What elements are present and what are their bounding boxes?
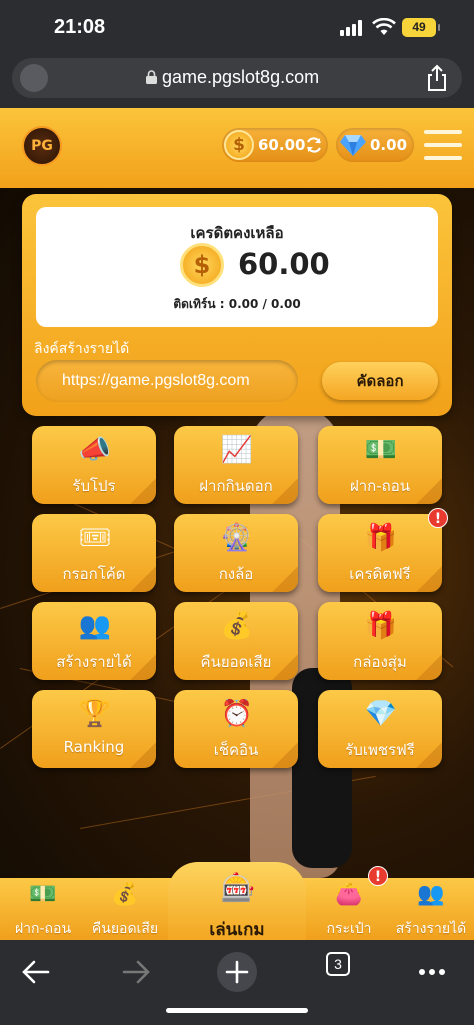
nav-cashback[interactable]: 💰 คืนยอดเสีย [82,878,168,940]
nav-deposit[interactable]: 💵 ฝาก-ถอน [0,878,86,940]
clock-calendar-icon: ⏰ [220,699,254,729]
referral-link-field[interactable]: https://game.pgslot8g.com [36,360,298,402]
alert-badge: ! [428,508,448,528]
menu-tile-label: กงล้อ [218,565,254,583]
megaphone-icon: 📣 [78,435,112,465]
menu-tile[interactable]: 🎁 กล่องสุ่ม [318,602,442,680]
browser-toolbar: 3 [0,940,474,1025]
coin-balance-value: 60.00 [258,136,306,154]
site-logo[interactable]: PG [22,126,62,166]
menu-tile-label: กล่องสุ่ม [353,653,407,671]
credit-amount: 60.00 [238,247,330,281]
cashback-icon: 💰 [111,882,139,907]
menu-tile[interactable]: 📣 รับโปร [32,426,156,504]
hamburger-menu-icon[interactable] [424,130,462,160]
credit-card: เครดิตคงเหลือ $ 60.00 ติดเทิร์น : 0.00 /… [22,194,452,416]
menu-tile-label: กรอกโค้ด [62,565,126,583]
share-icon[interactable] [424,64,450,92]
diamond-icon: 💎 [364,699,398,729]
menu-tile-label: เครดิตฟรี [349,565,411,583]
reader-mode-icon[interactable] [20,64,48,92]
nav-play-games[interactable]: 🎰 เล่นเกม [168,862,306,942]
credit-title: เครดิตคงเหลือ [190,224,284,242]
url-text: game.pgslot8g.com [162,67,320,87]
menu-tile[interactable]: ⏰ เช็คอิน [174,690,298,768]
menu-tile-label: Ranking [63,738,125,756]
back-arrow-icon[interactable] [14,950,58,994]
clock: 21:08 [54,16,106,38]
tabs-button[interactable]: 3 [326,952,350,976]
nav-earn-label: สร้างรายได้ [395,921,467,937]
menu-tile-label: ฝากกินดอก [199,477,273,495]
nav-deposit-label: ฝาก-ถอน [14,921,72,937]
cellular-signal-icon [340,20,366,36]
referral-link-label: ลิงค์สร้างรายได้ [34,341,130,357]
nav-cashback-label: คืนยอดเสีย [91,921,159,937]
coin-balance: $ 60.00 [222,128,328,162]
menu-tile-label: รับโปร [72,477,116,495]
wallet-alert-badge: ! [368,866,388,886]
battery-icon: 49 [402,18,440,37]
turnover-text: ติดเทิร์น : 0.00 / 0.00 [173,297,301,311]
home-indicator [166,1008,308,1013]
coin-icon: $ [224,130,254,160]
nav-earn[interactable]: 👥 สร้างรายได้ [388,878,474,940]
forward-arrow-icon[interactable] [114,950,158,994]
credit-summary: เครดิตคงเหลือ $ 60.00 ติดเทิร์น : 0.00 /… [36,207,438,327]
status-bar: 21:08 49 [0,0,474,56]
menu-tile-label: รับเพชรฟรี [345,741,415,759]
menu-tile-label: เช็คอิน [213,741,259,759]
wallet-icon: 👛 [335,882,363,907]
nav-wallet[interactable]: 👛 กระเป๋า [306,878,392,940]
cashback-icon: 💰 [220,611,254,641]
menu-tile[interactable]: 🎁 เครดิตฟรี! [318,508,448,592]
trophy-icon: 🏆 [78,699,112,729]
menu-tile[interactable]: 💎 รับเพชรฟรี [318,690,442,768]
wifi-icon [372,18,396,35]
nav-wallet-label: กระเป๋า [326,921,372,937]
cash-icon: 💵 [364,435,398,465]
menu-tile[interactable]: 💵 ฝาก-ถอน [318,426,442,504]
coin-icon: $ [180,243,224,287]
copy-button[interactable]: คัดลอก [322,362,438,400]
nav-play-label: เล่นเกม [209,920,265,940]
lock-icon [146,70,157,84]
refresh-icon[interactable] [304,135,324,155]
menu-tile[interactable]: 🎡 กงล้อ [174,514,298,592]
more-options-icon[interactable] [410,950,454,994]
wheel-icon: 🎡 [220,523,254,553]
address-bar: game.pgslot8g.com [0,56,474,108]
people-icon: 👥 [417,882,445,907]
coin-growth-icon: 📈 [220,435,254,465]
people-icon: 👥 [78,611,112,641]
menu-tile[interactable]: 📈 ฝากกินดอก [174,426,298,504]
game-header: PG $ 60.00 0.00 [0,108,474,188]
gem-balance: 0.00 [336,128,414,162]
menu-tile-label: สร้างรายได้ [56,653,132,671]
menu-tile[interactable]: 👥 สร้างรายได้ [32,602,156,680]
cash-icon: 💵 [29,882,57,907]
menu-tile[interactable]: 💰 คืนยอดเสีย [174,602,298,680]
menu-tile[interactable]: 🎟 กรอกโค้ด [32,514,156,592]
coupon-icon: 🎟 [78,523,112,553]
url-field[interactable]: game.pgslot8g.com [12,58,462,98]
menu-tile[interactable]: 🏆 Ranking [32,690,156,768]
new-tab-icon[interactable] [215,950,259,994]
gem-balance-value: 0.00 [370,136,408,154]
menu-tile-label: คืนยอดเสีย [200,653,272,671]
gift-box-icon: 🎁 [364,611,398,641]
diamond-icon [340,135,366,156]
menu-tile-label: ฝาก-ถอน [349,477,411,495]
bonus-icon: 🎁 [364,523,398,553]
slot-machine-icon: 🎰 [220,871,256,904]
